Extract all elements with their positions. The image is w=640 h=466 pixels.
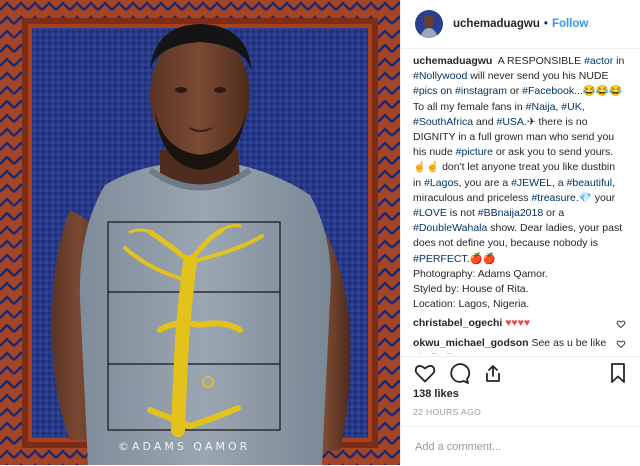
caption-segment: , you are a: [458, 176, 512, 189]
post-sidebar: uchemaduagwu • Follow uchemaduagwu A RES…: [400, 0, 640, 465]
comment-body: okwu_michael_godson See as u be like ekw…: [413, 336, 610, 354]
caption-segment: ,: [581, 100, 585, 113]
bookmark-icon[interactable]: [606, 361, 630, 385]
post-header: uchemaduagwu • Follow: [401, 0, 640, 49]
caption-segment: on: [437, 85, 456, 98]
hashtag-link[interactable]: #UK: [561, 101, 581, 113]
avatar-image: [415, 10, 443, 38]
instagram-post: ©ADAMS QAMOR uchemaduagwu • Follow uchem…: [0, 0, 640, 465]
hashtag-link[interactable]: #beautiful: [567, 177, 613, 189]
action-bar: [401, 356, 640, 389]
caption-segment: in: [613, 55, 625, 67]
hashtag-link[interactable]: #actor: [584, 55, 613, 67]
heart-outline-icon[interactable]: [616, 319, 626, 329]
portrait-image: [0, 0, 400, 465]
hashtag-link[interactable]: #PERFECT: [413, 253, 467, 265]
post-photo[interactable]: ©ADAMS QAMOR: [0, 0, 400, 465]
caption-segment: will never send you his NUDE: [467, 70, 609, 83]
comment-icon[interactable]: [447, 361, 471, 385]
comment-body: christabel_ogechi ♥♥♥♥: [413, 316, 610, 331]
share-icon[interactable]: [481, 361, 505, 385]
hashtag-link[interactable]: #pics: [413, 85, 438, 97]
caption-segment: A RESPONSIBLE: [497, 55, 585, 67]
follow-button[interactable]: Follow: [552, 18, 588, 30]
hashtag-link[interactable]: #picture: [456, 146, 493, 158]
hashtag-link[interactable]: #instagram: [455, 85, 507, 97]
hashtag-link[interactable]: #Nollywood: [413, 70, 467, 82]
comment-username[interactable]: okwu_michael_godson: [413, 337, 529, 349]
hashtag-link[interactable]: #DoubleWahala: [413, 222, 487, 234]
photo-watermark: ©ADAMS QAMOR: [118, 440, 251, 453]
heart-outline-icon[interactable]: [616, 339, 626, 349]
header-separator: •: [543, 18, 548, 30]
caption-text: A RESPONSIBLE #actor in #Nollywood will …: [413, 55, 624, 310]
comments-section: uchemaduagwu A RESPONSIBLE #actor in #No…: [401, 54, 640, 354]
caption-username[interactable]: uchemaduagwu: [413, 55, 492, 67]
caption-segment: .💎 your: [575, 191, 616, 204]
hashtag-link[interactable]: #LOVE: [413, 207, 447, 219]
comment-item: christabel_ogechi ♥♥♥♥: [413, 316, 626, 331]
hashtag-link[interactable]: #treasure: [531, 192, 575, 204]
hashtag-link[interactable]: #Lagos: [424, 177, 458, 189]
add-comment-bar: [401, 426, 640, 466]
avatar[interactable]: [415, 10, 443, 38]
hashtag-link[interactable]: #BBnaija2018: [478, 207, 543, 219]
post-caption: uchemaduagwu A RESPONSIBLE #actor in #No…: [413, 54, 626, 312]
comment-item: okwu_michael_godson See as u be like ekw…: [413, 336, 626, 354]
caption-segment: or a: [543, 207, 565, 220]
caption-segment: , a: [551, 176, 567, 189]
heart-icon[interactable]: [413, 361, 437, 385]
caption-segment: and: [473, 115, 497, 128]
hashtag-link[interactable]: #Facebook: [522, 85, 574, 97]
comment-text: ♥♥♥♥: [502, 317, 531, 330]
header-username[interactable]: uchemaduagwu: [453, 18, 540, 30]
caption-segment: is not: [446, 207, 478, 220]
comment-input[interactable]: [413, 439, 617, 454]
like-count[interactable]: 138 likes: [413, 388, 459, 400]
caption-segment: or: [506, 85, 523, 98]
hashtag-link[interactable]: #SouthAfrica: [413, 116, 473, 128]
hashtag-link[interactable]: #JEWEL: [511, 177, 552, 189]
comment-list: christabel_ogechi ♥♥♥♥ okwu_michael_godso…: [413, 316, 626, 354]
post-timestamp[interactable]: 22 HOURS AGO: [413, 407, 481, 417]
comment-username[interactable]: christabel_ogechi: [413, 317, 502, 329]
hashtag-link[interactable]: #USA: [496, 116, 523, 128]
hashtag-link[interactable]: #Naija: [526, 101, 556, 113]
